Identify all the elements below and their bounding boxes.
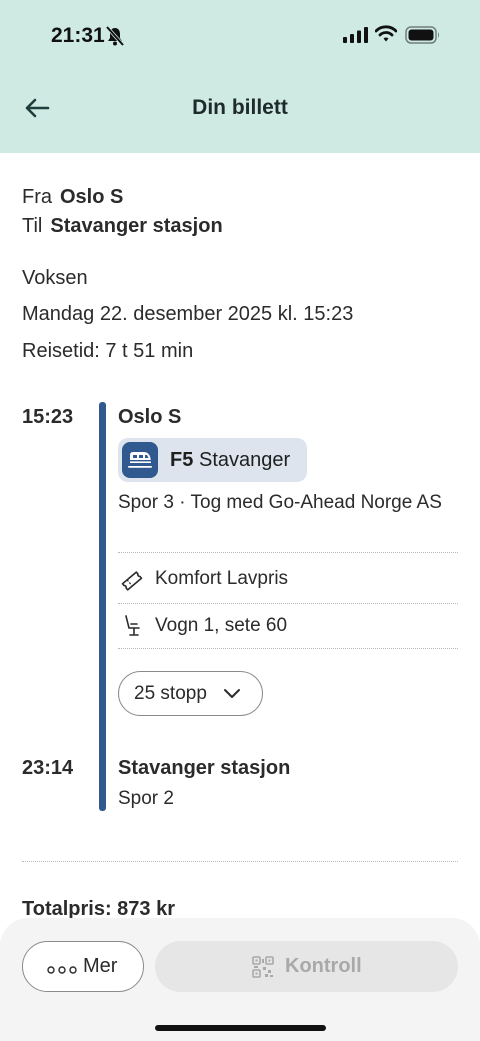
to-row: Til Stavanger stasjon	[22, 215, 223, 238]
seat-icon	[122, 614, 144, 643]
status-time: 21:31	[51, 24, 105, 47]
chevron-down-icon	[223, 687, 241, 705]
stops-label: 25 stopp	[134, 683, 207, 704]
battery-icon	[405, 26, 441, 49]
home-indicator	[155, 1025, 326, 1031]
route-line	[99, 402, 106, 811]
ticket-icon	[120, 569, 144, 598]
divider	[22, 861, 458, 862]
arrival-time: 23:14	[22, 757, 74, 779]
seat-number: Vogn 1, sete 60	[155, 615, 288, 636]
from-row: Fra Oslo S	[22, 186, 123, 209]
more-button[interactable]: Mer	[22, 941, 144, 992]
train-line-number: F5	[170, 449, 194, 471]
stops-toggle-button[interactable]: 25 stopp	[118, 671, 263, 716]
control-label: Kontroll	[285, 955, 362, 977]
passenger-type: Voksen	[22, 267, 88, 289]
from-station: Oslo S	[60, 186, 124, 208]
departure-station: Oslo S	[118, 406, 182, 428]
fare-product: Komfort Lavpris	[155, 568, 289, 589]
page-title: Din billett	[192, 96, 288, 119]
departure-time: 15:23	[22, 406, 74, 428]
train-line-chip: F5 Stavanger	[118, 438, 307, 482]
to-label: Til	[22, 215, 43, 237]
app-header: 21:31 Din billett	[0, 0, 480, 153]
platform-operator: Spor 3 · Tog med Go-Ahead Norge AS	[118, 492, 442, 513]
bell-off-icon	[105, 25, 125, 51]
more-dots-icon	[47, 962, 77, 980]
arrival-station: Stavanger stasjon	[118, 757, 291, 779]
train-line-destination: Stavanger	[199, 449, 291, 471]
departure-date: Mandag 22. desember 2025 kl. 15:23	[22, 303, 354, 325]
arrival-platform: Spor 2	[118, 788, 174, 809]
train-icon	[122, 442, 158, 478]
control-button[interactable]: Kontroll	[155, 941, 458, 992]
divider	[118, 603, 458, 604]
cellular-signal-icon	[343, 27, 368, 48]
travel-duration: Reisetid: 7 t 51 min	[22, 340, 194, 362]
qr-code-icon	[251, 955, 275, 984]
divider	[118, 648, 458, 649]
more-label: Mer	[83, 955, 118, 977]
from-label: Fra	[22, 186, 52, 208]
to-station: Stavanger stasjon	[50, 215, 223, 237]
divider	[118, 552, 458, 553]
wifi-icon	[374, 25, 398, 48]
